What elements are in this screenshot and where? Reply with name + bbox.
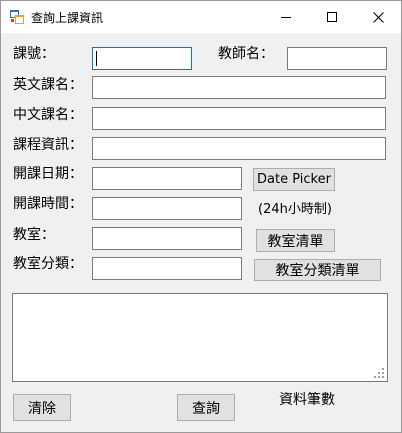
resize-grip-icon[interactable] bbox=[373, 367, 385, 379]
english-name-input[interactable] bbox=[92, 76, 386, 99]
chinese-name-label: 中文課名： bbox=[13, 107, 83, 123]
query-course-window: 查詢上課資訊 課號： 教師名： 英文課名： 中文課名： 課程資訊： 開課日期： bbox=[0, 0, 402, 433]
query-button[interactable]: 查詢 bbox=[177, 394, 235, 421]
minimize-icon bbox=[281, 17, 291, 18]
maximize-button[interactable] bbox=[309, 1, 355, 33]
course-info-label: 課程資訊： bbox=[13, 137, 83, 153]
classroom-type-label: 教室分類： bbox=[13, 256, 83, 272]
date-picker-button[interactable]: Date Picker bbox=[253, 168, 335, 191]
teacher-label: 教師名： bbox=[218, 46, 274, 62]
classroom-label: 教室： bbox=[13, 227, 55, 243]
classroom-type-list-button[interactable]: 教室分類清單 bbox=[254, 259, 381, 281]
classroom-type-input[interactable] bbox=[92, 257, 242, 280]
title-bar[interactable]: 查詢上課資訊 bbox=[1, 1, 401, 33]
form-icon bbox=[10, 10, 24, 24]
start-date-label: 開課日期： bbox=[13, 166, 83, 182]
classroom-list-button[interactable]: 教室清單 bbox=[256, 229, 335, 252]
course-id-input[interactable] bbox=[92, 47, 192, 70]
record-count-label: 資料筆數 bbox=[279, 392, 335, 408]
maximize-icon bbox=[327, 12, 337, 22]
course-id-label: 課號： bbox=[13, 46, 55, 62]
text-caret bbox=[96, 51, 97, 66]
time-format-hint: (24h小時制) bbox=[258, 202, 332, 217]
start-time-label: 開課時間： bbox=[13, 196, 83, 212]
english-name-label: 英文課名： bbox=[13, 77, 83, 93]
minimize-button[interactable] bbox=[263, 1, 309, 33]
clear-button[interactable]: 清除 bbox=[13, 394, 71, 421]
chinese-name-input[interactable] bbox=[92, 107, 386, 130]
close-icon bbox=[372, 11, 384, 23]
start-time-input[interactable] bbox=[92, 197, 242, 220]
close-button[interactable] bbox=[355, 1, 401, 33]
start-date-input[interactable] bbox=[92, 167, 242, 190]
course-info-input[interactable] bbox=[92, 137, 386, 160]
results-textarea[interactable] bbox=[12, 293, 388, 382]
teacher-input[interactable] bbox=[287, 47, 387, 70]
classroom-input[interactable] bbox=[92, 227, 242, 250]
window-title: 查詢上課資訊 bbox=[31, 11, 104, 25]
